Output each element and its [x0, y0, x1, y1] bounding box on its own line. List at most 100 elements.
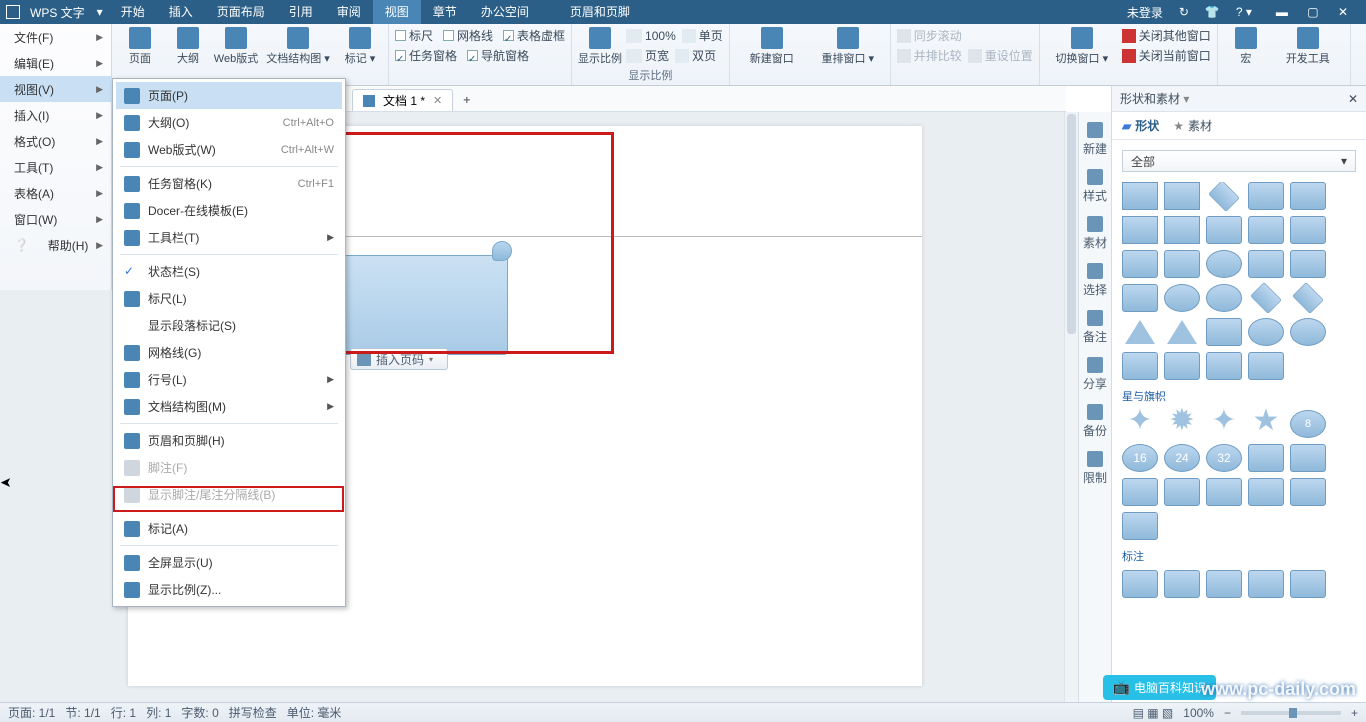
menu-layout[interactable]: 页面布局 — [205, 0, 277, 24]
shape-roundrect[interactable] — [1290, 182, 1326, 210]
shape-donut[interactable] — [1206, 284, 1242, 312]
submenu-toolbar[interactable]: 工具栏(T)▶ — [116, 224, 342, 251]
submenu-statusbar[interactable]: ✓状态栏(S) — [116, 258, 342, 285]
shape-circle3[interactable] — [1248, 318, 1284, 346]
shape-rect[interactable] — [1122, 182, 1158, 210]
skin-icon[interactable]: 👕 — [1201, 1, 1224, 23]
file-menu[interactable]: 文件(F)▶ — [0, 24, 111, 50]
submenu-lineno[interactable]: 行号(L)▶ — [116, 366, 342, 393]
insert-menu[interactable]: 插入(I)▶ — [0, 102, 111, 128]
shape-callout1[interactable] — [1122, 570, 1158, 598]
submenu-fullscreen[interactable]: 全屏显示(U) — [116, 549, 342, 576]
submenu-marks[interactable]: 标记(A) — [116, 515, 342, 542]
panel-close[interactable]: ✕ — [1348, 92, 1358, 106]
shape-trap[interactable] — [1122, 250, 1158, 278]
menu-chapter[interactable]: 章节 — [421, 0, 469, 24]
shape-square[interactable] — [1122, 216, 1158, 244]
submenu-ruler[interactable]: 标尺(L) — [116, 285, 342, 312]
context-header-footer[interactable]: 页眉和页脚 — [555, 0, 642, 24]
devtools-button[interactable]: 开发工具 — [1272, 27, 1344, 66]
insert-page-number-button[interactable]: 插入页码 ▾ — [350, 348, 448, 370]
shape-wave2[interactable] — [1290, 478, 1326, 506]
edit-menu[interactable]: 编辑(E)▶ — [0, 50, 111, 76]
doc-tab-close[interactable]: ✕ — [433, 94, 442, 107]
shape-category-select[interactable]: 全部▾ — [1122, 150, 1356, 172]
submenu-docmap[interactable]: 文档结构图(M)▶ — [116, 393, 342, 420]
table-menu[interactable]: 表格(A)▶ — [0, 180, 111, 206]
shape-circle2[interactable] — [1164, 284, 1200, 312]
zoom-double[interactable]: 双页 — [675, 47, 716, 64]
shape-trap2[interactable] — [1164, 250, 1200, 278]
view-web-button[interactable]: Web版式 — [214, 27, 258, 66]
rail-backup[interactable]: 备份 — [1080, 400, 1110, 443]
shape-seal16[interactable]: 16 — [1122, 444, 1158, 472]
shape-parallelogram[interactable] — [1248, 182, 1284, 210]
status-page[interactable]: 页面: 1/1 — [8, 704, 55, 721]
shape-diamond3[interactable] — [1292, 282, 1324, 314]
rail-restrict[interactable]: 限制 — [1080, 447, 1110, 490]
shape-wave3[interactable] — [1122, 512, 1158, 540]
rail-note[interactable]: 备注 — [1080, 306, 1110, 349]
tab-materials[interactable]: ★素材 — [1173, 117, 1212, 134]
shape-star6[interactable]: ✦ — [1206, 410, 1242, 438]
close-current[interactable]: 关闭当前窗口 — [1122, 47, 1211, 64]
vertical-scrollbar[interactable] — [1064, 112, 1078, 702]
help-menu[interactable]: ❔ 帮助(H)▶ — [0, 232, 111, 258]
menu-review[interactable]: 审阅 — [325, 0, 373, 24]
shape-hex3[interactable] — [1290, 216, 1326, 244]
shape-diamond[interactable] — [1208, 182, 1240, 212]
menu-office[interactable]: 办公空间 — [469, 0, 541, 24]
shape-can2[interactable] — [1164, 352, 1200, 380]
view-page-button[interactable]: 页面 — [118, 27, 162, 66]
status-words[interactable]: 字数: 0 — [181, 704, 218, 721]
check-tableframe[interactable]: 表格虚框 — [503, 27, 565, 44]
submenu-docer[interactable]: Docer-在线模板(E) — [116, 197, 342, 224]
shape-callout3[interactable] — [1206, 570, 1242, 598]
switch-window-button[interactable]: 切换窗口 ▾ — [1046, 27, 1118, 66]
new-tab-button[interactable]: + — [453, 89, 480, 111]
zoom-out[interactable]: − — [1224, 706, 1231, 720]
view-docmap-button[interactable]: 文档结构图 ▾ — [262, 27, 334, 66]
submenu-taskpane[interactable]: 任务窗格(K)Ctrl+F1 — [116, 170, 342, 197]
submenu-zoom[interactable]: 显示比例(Z)... — [116, 576, 342, 603]
view-mode-icons[interactable]: ▤ ▦ ▧ — [1133, 706, 1174, 720]
window-menu[interactable]: 窗口(W)▶ — [0, 206, 111, 232]
check-ruler[interactable]: 标尺 — [395, 27, 433, 44]
chevron-down-icon[interactable]: ▾ — [1183, 92, 1189, 106]
rail-share[interactable]: 分享 — [1080, 353, 1110, 396]
menu-start[interactable]: 开始 — [109, 0, 157, 24]
shape-callout2[interactable] — [1164, 570, 1200, 598]
tools-menu[interactable]: 工具(T)▶ — [0, 154, 111, 180]
zoom-pagewidth[interactable]: 页宽 — [626, 47, 669, 64]
shape-seal8[interactable]: 8 — [1290, 410, 1326, 438]
shape-cyl2[interactable] — [1290, 250, 1326, 278]
shape-circle[interactable] — [1206, 250, 1242, 278]
shape-star7[interactable]: ★ — [1248, 410, 1284, 438]
shape-scroll2[interactable] — [1164, 478, 1200, 506]
check-taskpane[interactable]: 任务窗格 — [395, 47, 457, 64]
close-others[interactable]: 关闭其他窗口 — [1122, 27, 1211, 44]
shape-ell[interactable] — [1206, 352, 1242, 380]
menu-view[interactable]: 视图 — [373, 0, 421, 24]
macro-button[interactable]: 宏 — [1224, 27, 1268, 66]
shape-triangle2[interactable] — [1164, 318, 1200, 346]
shape-wave[interactable] — [1122, 284, 1158, 312]
check-navpane[interactable]: 导航窗格 — [467, 47, 529, 64]
shape-cyl[interactable] — [1248, 250, 1284, 278]
shape-half[interactable] — [1164, 216, 1200, 244]
format-menu[interactable]: 格式(O)▶ — [0, 128, 111, 154]
tab-shapes[interactable]: ▰形状 — [1122, 117, 1159, 134]
view-outline-button[interactable]: 大纲 — [166, 27, 210, 66]
menu-references[interactable]: 引用 — [277, 0, 325, 24]
close-button[interactable]: ✕ — [1330, 1, 1356, 23]
submenu-header-footer[interactable]: 页眉和页脚(H) — [116, 427, 342, 454]
zoom-in[interactable]: + — [1351, 706, 1358, 720]
submenu-paramarks[interactable]: 显示段落标记(S) — [116, 312, 342, 339]
login-status[interactable]: 未登录 — [1123, 0, 1167, 25]
view-menu[interactable]: 视图(V)▶ — [0, 76, 111, 102]
zoom-value[interactable]: 100% — [1183, 706, 1214, 720]
shape-circle4[interactable] — [1290, 318, 1326, 346]
shape-ribbon[interactable] — [1248, 444, 1284, 472]
shape-seal24[interactable]: 24 — [1164, 444, 1200, 472]
shape-diamond2[interactable] — [1250, 282, 1282, 314]
